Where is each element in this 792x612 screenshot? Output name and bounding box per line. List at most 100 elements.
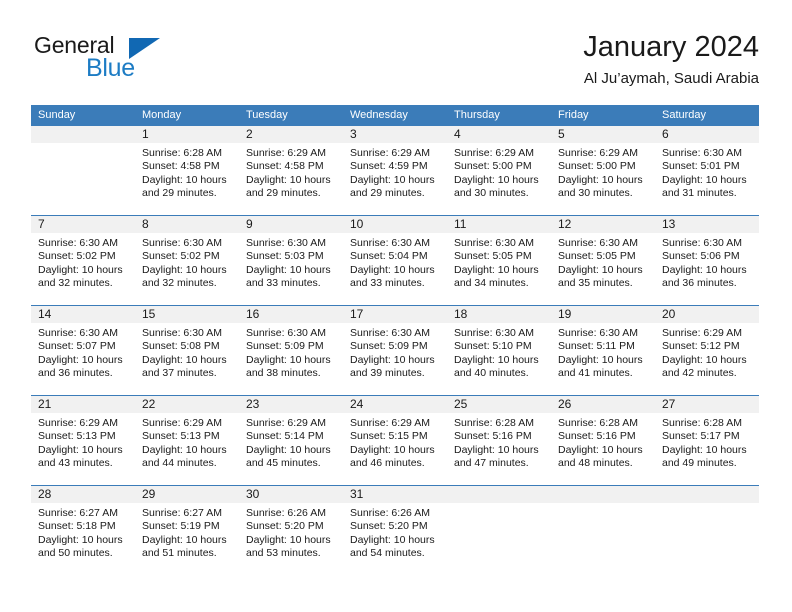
day-sun-info: Sunrise: 6:28 AM Sunset: 5:16 PM Daylight:… [447,413,551,471]
day-sun-info: Sunrise: 6:29 AM Sunset: 4:58 PM Daylight:… [239,143,343,201]
day-sun-info: Sunrise: 6:29 AM Sunset: 5:00 PM Daylight:… [447,143,551,201]
day-sun-info: Sunrise: 6:29 AM Sunset: 5:12 PM Daylight:… [655,323,759,381]
day-number: 8 [135,216,239,233]
calendar-day-cell[interactable]: 1 Sunrise: 6:28 AM Sunset: 4:58 PM Daylight… [135,126,239,215]
sunrise-text: Sunrise: 6:30 AM [246,327,326,339]
daylight-text-line1: Daylight: 10 hours [350,443,435,456]
day-sun-info: Sunrise: 6:29 AM Sunset: 5:13 PM Daylight:… [31,413,135,471]
day-number [551,486,655,503]
calendar-day-cell[interactable]: 22 Sunrise: 6:29 AM Sunset: 5:13 PM Dayligh… [135,396,239,485]
calendar-day-cell[interactable]: 30 Sunrise: 6:26 AM Sunset: 5:20 PM Dayligh… [239,486,343,575]
day-sun-info: Sunrise: 6:26 AM Sunset: 5:20 PM Daylight:… [239,503,343,561]
sunrise-text: Sunrise: 6:29 AM [38,417,118,429]
daylight-text-line1: Daylight: 10 hours [558,263,643,276]
day-sun-info: Sunrise: 6:28 AM Sunset: 5:16 PM Daylight:… [551,413,655,471]
calendar-day-cell[interactable]: 21 Sunrise: 6:29 AM Sunset: 5:13 PM Dayligh… [31,396,135,485]
daylight-text-line2: and 40 minutes. [454,367,529,380]
weekday-header-sunday: Sunday [38,109,76,121]
calendar-day-cell[interactable]: 5 Sunrise: 6:29 AM Sunset: 5:00 PM Daylight… [551,126,655,215]
daylight-text-line1: Daylight: 10 hours [350,173,435,186]
calendar-day-cell[interactable]: 2 Sunrise: 6:29 AM Sunset: 4:58 PM Daylight… [239,126,343,215]
calendar-day-cell[interactable]: 12 Sunrise: 6:30 AM Sunset: 5:05 PM Dayligh… [551,216,655,305]
sunrise-text: Sunrise: 6:29 AM [246,417,326,429]
general-blue-logo[interactable]: General Blue [31,30,161,86]
daylight-text-line1: Daylight: 10 hours [142,173,227,186]
calendar-day-cell[interactable]: 23 Sunrise: 6:29 AM Sunset: 5:14 PM Dayligh… [239,396,343,485]
week-cells: 1 Sunrise: 6:28 AM Sunset: 4:58 PM Daylight… [31,126,759,215]
day-number: 13 [655,216,759,233]
day-number: 6 [655,126,759,143]
calendar-day-cell[interactable]: 7 Sunrise: 6:30 AM Sunset: 5:02 PM Daylight… [31,216,135,305]
calendar-day-cell[interactable]: 10 Sunrise: 6:30 AM Sunset: 5:04 PM Dayligh… [343,216,447,305]
calendar-day-cell[interactable]: 28 Sunrise: 6:27 AM Sunset: 5:18 PM Dayligh… [31,486,135,575]
daylight-text-line2: and 43 minutes. [38,457,113,470]
calendar-day-cell[interactable]: 20 Sunrise: 6:29 AM Sunset: 5:12 PM Dayligh… [655,306,759,395]
calendar-day-cell[interactable]: 29 Sunrise: 6:27 AM Sunset: 5:19 PM Dayligh… [135,486,239,575]
sunrise-text: Sunrise: 6:29 AM [142,417,222,429]
calendar-day-cell[interactable]: 4 Sunrise: 6:29 AM Sunset: 5:00 PM Daylight… [447,126,551,215]
sunset-text: Sunset: 5:20 PM [350,520,428,533]
day-number: 2 [239,126,343,143]
day-number: 1 [135,126,239,143]
sunset-text: Sunset: 5:09 PM [350,340,428,353]
calendar-day-cell[interactable]: 15 Sunrise: 6:30 AM Sunset: 5:08 PM Dayligh… [135,306,239,395]
calendar-day-cell[interactable]: 24 Sunrise: 6:29 AM Sunset: 5:15 PM Dayligh… [343,396,447,485]
daylight-text-line2: and 38 minutes. [246,367,321,380]
sunset-text: Sunset: 5:20 PM [246,520,324,533]
day-sun-info: Sunrise: 6:30 AM Sunset: 5:02 PM Daylight:… [31,233,135,291]
week-cells: 14 Sunrise: 6:30 AM Sunset: 5:07 PM Dayligh… [31,306,759,395]
day-number: 15 [135,306,239,323]
day-sun-info: Sunrise: 6:29 AM Sunset: 5:14 PM Daylight:… [239,413,343,471]
calendar-day-cell[interactable]: 9 Sunrise: 6:30 AM Sunset: 5:03 PM Daylight… [239,216,343,305]
daylight-text-line1: Daylight: 10 hours [142,263,227,276]
sunrise-text: Sunrise: 6:30 AM [350,327,430,339]
sunset-text: Sunset: 5:08 PM [142,340,220,353]
calendar-day-cell[interactable]: 26 Sunrise: 6:28 AM Sunset: 5:16 PM Dayligh… [551,396,655,485]
sunset-text: Sunset: 5:17 PM [662,430,740,443]
day-number: 14 [31,306,135,323]
week-cells: 7 Sunrise: 6:30 AM Sunset: 5:02 PM Daylight… [31,216,759,305]
calendar-day-cell[interactable]: 25 Sunrise: 6:28 AM Sunset: 5:16 PM Dayligh… [447,396,551,485]
weekday-header-friday: Friday [558,109,589,121]
calendar-day-cell[interactable]: 18 Sunrise: 6:30 AM Sunset: 5:10 PM Dayligh… [447,306,551,395]
calendar-body: 1 Sunrise: 6:28 AM Sunset: 4:58 PM Daylight… [31,126,759,575]
calendar-table: Sunday Monday Tuesday Wednesday Thursday Frid… [31,105,759,575]
sunset-text: Sunset: 5:11 PM [558,340,635,353]
sunset-text: Sunset: 5:00 PM [558,160,636,173]
day-number: 5 [551,126,655,143]
daylight-text-line2: and 49 minutes. [662,457,737,470]
day-sun-info: Sunrise: 6:29 AM Sunset: 5:15 PM Daylight:… [343,413,447,471]
calendar-day-cell[interactable]: 16 Sunrise: 6:30 AM Sunset: 5:09 PM Dayligh… [239,306,343,395]
page-subtitle: Al Ju’aymah, Saudi Arabia [583,70,759,87]
calendar-day-cell[interactable]: 19 Sunrise: 6:30 AM Sunset: 5:11 PM Dayligh… [551,306,655,395]
daylight-text-line1: Daylight: 10 hours [38,443,123,456]
calendar-day-cell[interactable]: 14 Sunrise: 6:30 AM Sunset: 5:07 PM Dayligh… [31,306,135,395]
sunset-text: Sunset: 5:12 PM [662,340,740,353]
day-number: 28 [31,486,135,503]
day-number: 27 [655,396,759,413]
day-sun-info: Sunrise: 6:26 AM Sunset: 5:20 PM Daylight:… [343,503,447,561]
daylight-text-line1: Daylight: 10 hours [38,263,123,276]
calendar-day-cell[interactable]: 8 Sunrise: 6:30 AM Sunset: 5:02 PM Daylight… [135,216,239,305]
daylight-text-line2: and 37 minutes. [142,367,217,380]
day-number: 19 [551,306,655,323]
day-number [31,126,135,143]
calendar-day-cell[interactable]: 27 Sunrise: 6:28 AM Sunset: 5:17 PM Dayligh… [655,396,759,485]
calendar-day-cell[interactable]: 17 Sunrise: 6:30 AM Sunset: 5:09 PM Dayligh… [343,306,447,395]
calendar-day-cell[interactable]: 31 Sunrise: 6:26 AM Sunset: 5:20 PM Dayligh… [343,486,447,575]
calendar-day-cell[interactable]: 6 Sunrise: 6:30 AM Sunset: 5:01 PM Daylight… [655,126,759,215]
daylight-text-line1: Daylight: 10 hours [662,353,747,366]
sunrise-text: Sunrise: 6:29 AM [246,147,326,159]
weekday-header-saturday: Saturday [662,109,707,121]
calendar-page: General Blue January 2024 Al Ju’aymah, S… [0,0,792,612]
calendar-cell-empty [447,486,551,575]
page-title: January 2024 [583,31,759,63]
calendar-day-cell[interactable]: 11 Sunrise: 6:30 AM Sunset: 5:05 PM Dayligh… [447,216,551,305]
calendar-day-cell[interactable]: 13 Sunrise: 6:30 AM Sunset: 5:06 PM Dayligh… [655,216,759,305]
day-sun-info: Sunrise: 6:28 AM Sunset: 4:58 PM Daylight:… [135,143,239,201]
sunrise-text: Sunrise: 6:30 AM [246,237,326,249]
day-sun-info: Sunrise: 6:30 AM Sunset: 5:09 PM Daylight:… [239,323,343,381]
calendar-week-row: 7 Sunrise: 6:30 AM Sunset: 5:02 PM Daylight… [31,215,759,305]
calendar-day-cell[interactable]: 3 Sunrise: 6:29 AM Sunset: 4:59 PM Daylight… [343,126,447,215]
weekday-header-thursday: Thursday [454,109,500,121]
